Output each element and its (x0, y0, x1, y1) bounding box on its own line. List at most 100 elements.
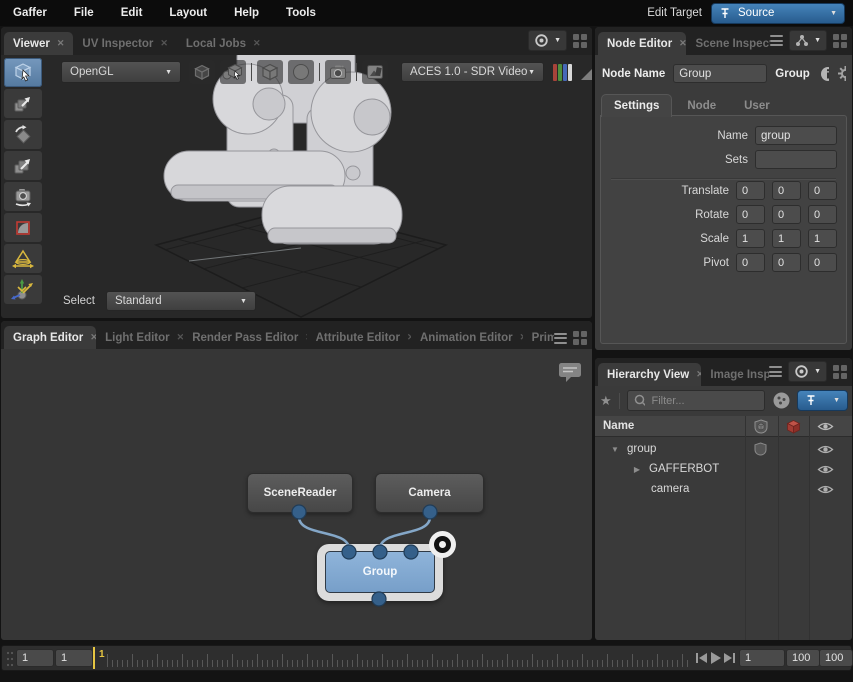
timeline-snap-frame-input[interactable] (55, 649, 93, 667)
row-camera[interactable]: camera (595, 479, 852, 499)
menu-gaffer[interactable]: Gaffer (13, 7, 47, 19)
node-camera[interactable]: Camera (375, 473, 484, 513)
layout-menu-icon[interactable] (833, 34, 847, 48)
close-icon[interactable]: ✕ (679, 38, 686, 49)
name-input[interactable] (755, 126, 837, 145)
translate-tool-button[interactable] (4, 89, 42, 118)
play-button[interactable] (711, 652, 721, 664)
row-gafferbot[interactable]: ▶ GAFFERBOT (595, 459, 852, 479)
translate-y[interactable]: 0 (772, 181, 801, 200)
node-group-selected[interactable]: Group (317, 544, 443, 601)
expander-open-icon[interactable]: ▼ (609, 445, 621, 454)
tab-primitive-inspector[interactable]: Prim (523, 326, 554, 349)
scale-z[interactable]: 1 (808, 229, 837, 248)
row-group[interactable]: ▼ group (595, 439, 852, 459)
timeline-ruler[interactable] (107, 648, 692, 667)
pivot-z[interactable]: 0 (808, 253, 837, 272)
graph-editor-canvas[interactable]: SceneReader Camera Group (1, 349, 592, 640)
camera-tool-button[interactable] (4, 182, 42, 211)
focus-indicator[interactable] (429, 531, 456, 558)
rotate-z[interactable]: 0 (808, 205, 837, 224)
tab-user[interactable]: User (731, 94, 783, 117)
row-gafferbot-visibility-eye-icon[interactable] (817, 464, 834, 475)
rotate-x[interactable]: 0 (736, 205, 765, 224)
filter-field[interactable] (627, 390, 765, 411)
look-through-camera-button[interactable] (325, 60, 351, 84)
row-group-visibility-eye-icon[interactable] (817, 444, 834, 455)
sets-input[interactable] (755, 150, 837, 169)
textured-mode-button[interactable] (288, 60, 314, 84)
filter-menu-ball-icon[interactable] (772, 391, 790, 410)
visibility-column-eye-icon[interactable] (817, 421, 834, 432)
skip-to-end-button[interactable] (724, 652, 735, 664)
scale-x[interactable]: 1 (736, 229, 765, 248)
node-name-input[interactable] (673, 64, 767, 83)
skip-to-start-button[interactable] (696, 652, 707, 664)
expander-closed-icon[interactable]: ▶ (631, 465, 643, 474)
timeline-end-frame-input[interactable] (786, 649, 820, 667)
tab-viewer[interactable]: Viewer ✕ (4, 32, 73, 55)
menu-file[interactable]: File (74, 7, 94, 19)
scale-tool-button[interactable] (4, 151, 42, 180)
timeline-start-frame-input[interactable] (16, 649, 54, 667)
channels-icon[interactable] (553, 64, 572, 81)
pivot-y[interactable]: 0 (772, 253, 801, 272)
tab-local-jobs[interactable]: Local Jobs ✕ (177, 32, 270, 55)
gear-icon[interactable] (837, 65, 846, 82)
translate-z[interactable]: 0 (808, 181, 837, 200)
annotation-bubble-icon[interactable] (557, 361, 583, 389)
tab-attribute-editor[interactable]: Attribute Editor ✕ (307, 326, 411, 349)
tab-uv-inspector[interactable]: UV Inspector ✕ (73, 32, 176, 55)
exclusions-column-icon[interactable] (786, 419, 801, 434)
tab-node-editor[interactable]: Node Editor ✕ (598, 32, 686, 55)
selection-tool-button[interactable] (4, 58, 42, 87)
select-mode-dropdown[interactable]: Standard ▼ (106, 291, 256, 311)
filter-input[interactable] (650, 394, 759, 408)
row-group-inclusions-icon[interactable] (753, 442, 768, 456)
layout-menu-icon[interactable] (833, 365, 847, 379)
timeline-end-frame-input-2[interactable] (819, 649, 853, 667)
node-scenereader[interactable]: SceneReader (247, 473, 353, 513)
tab-hierarchy-view[interactable]: Hierarchy View ✕ (598, 363, 701, 386)
close-icon[interactable]: ✕ (253, 38, 261, 49)
info-icon[interactable] (820, 66, 829, 82)
viewport[interactable]: OpenGL ▼ (1, 55, 592, 318)
inclusions-column-icon[interactable] (753, 419, 769, 434)
light-tool-button[interactable] (4, 244, 42, 273)
tab-menu-icon[interactable] (770, 35, 783, 46)
light-position-tool-button[interactable] (4, 275, 42, 304)
bookmark-star-icon[interactable]: ★ (600, 393, 612, 409)
rotate-y[interactable]: 0 (772, 205, 801, 224)
playhead[interactable] (93, 647, 95, 669)
hierarchy-focus-menu-button[interactable]: ▼ (788, 361, 827, 382)
exposure-gamma-icon[interactable] (580, 64, 592, 81)
name-column-header[interactable]: Name (595, 420, 634, 432)
tab-menu-icon[interactable] (769, 366, 782, 377)
crop-window-tool-button[interactable] (4, 213, 42, 242)
translate-x[interactable]: 0 (736, 181, 765, 200)
edit-scope-dropdown[interactable]: ▼ (797, 390, 848, 411)
solid-mode-button[interactable] (257, 60, 283, 84)
tab-render-pass-editor[interactable]: Render Pass Editor ✕ (183, 326, 306, 349)
timeline-current-frame-input[interactable] (739, 649, 785, 667)
display-transform-dropdown[interactable]: ACES 1.0 - SDR Video ▼ (401, 62, 544, 82)
node-set-menu-button[interactable]: ▼ (789, 30, 827, 51)
pivot-x[interactable]: 0 (736, 253, 765, 272)
render-pass-button[interactable] (362, 60, 388, 84)
tab-node[interactable]: Node (674, 94, 729, 117)
rotate-tool-button[interactable] (4, 120, 42, 149)
tab-graph-editor[interactable]: Graph Editor ✕ (4, 326, 96, 349)
node-group-body[interactable]: Group (325, 551, 435, 593)
close-icon[interactable]: ✕ (57, 38, 65, 49)
viewer-focus-menu-button[interactable]: ▼ (528, 30, 567, 51)
menu-layout[interactable]: Layout (169, 7, 207, 19)
edit-target-dropdown[interactable]: Source ▼ (711, 3, 845, 24)
renderer-dropdown[interactable]: OpenGL ▼ (61, 61, 181, 83)
tab-animation-editor[interactable]: Animation Editor ✕ (411, 326, 523, 349)
tab-image-inspector[interactable]: Image Inspe (701, 363, 769, 386)
layout-menu-icon[interactable] (573, 34, 587, 48)
menu-tools[interactable]: Tools (286, 7, 316, 19)
menu-help[interactable]: Help (234, 7, 259, 19)
tab-scene-inspector[interactable]: Scene Inspecto (686, 32, 770, 55)
close-icon[interactable]: ✕ (160, 38, 168, 49)
